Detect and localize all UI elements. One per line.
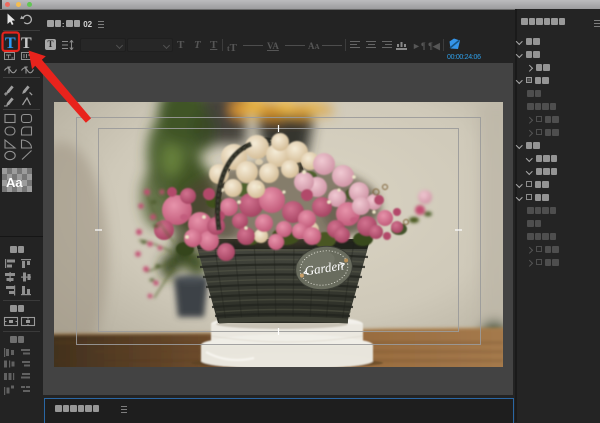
svg-text:Aa: Aa (6, 175, 23, 190)
